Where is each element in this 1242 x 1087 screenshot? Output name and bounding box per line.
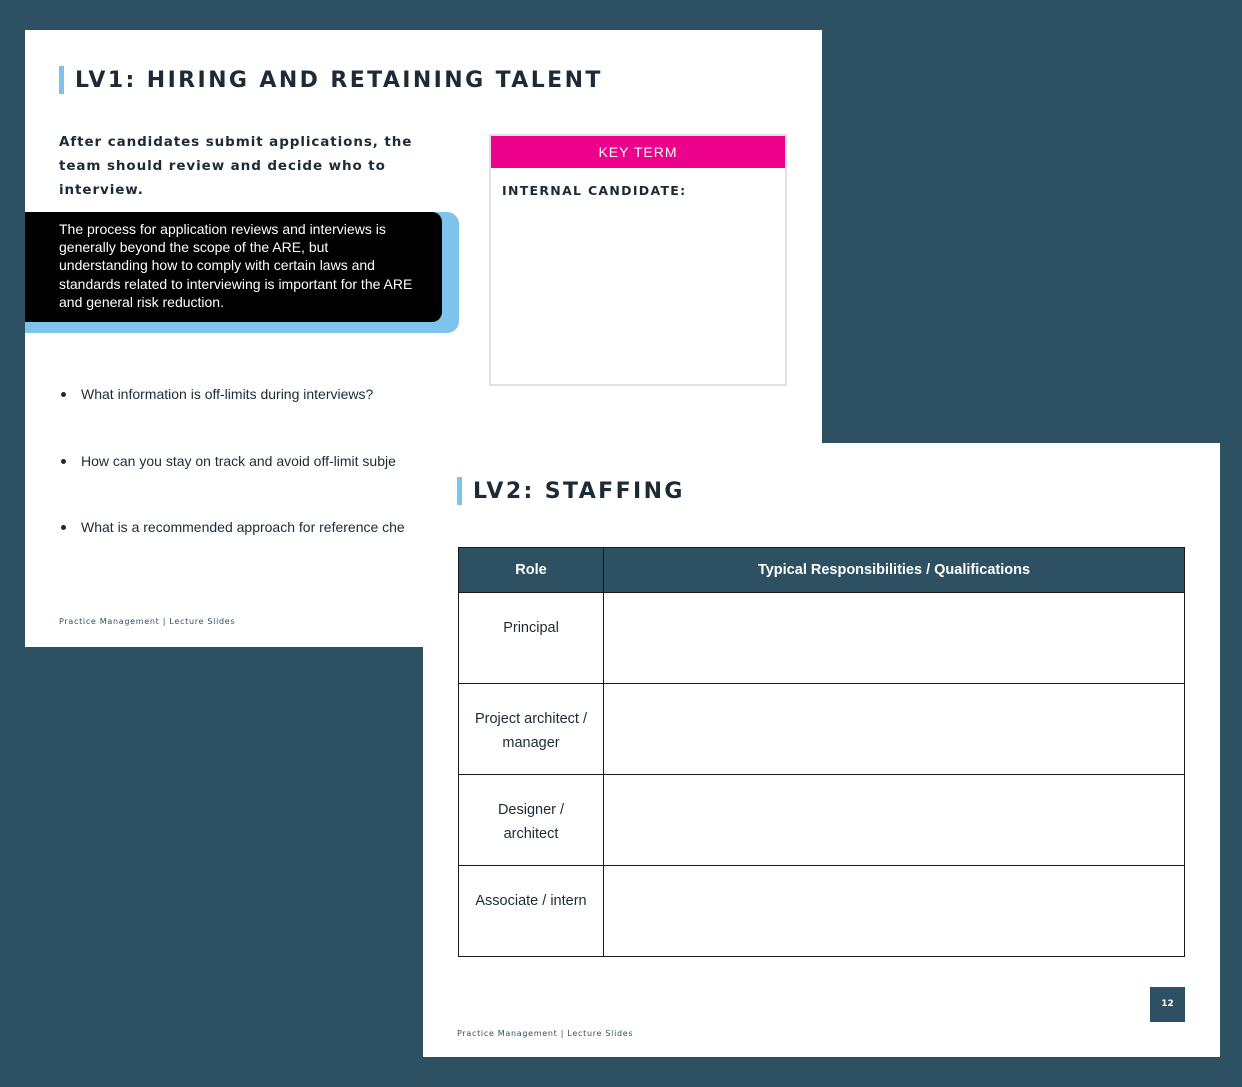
role-cell: Designer / architect (458, 774, 604, 866)
title-text: LV2: STAFFING (473, 478, 685, 504)
slide-staffing: LV2: STAFFING Role Typical Responsibilit… (423, 443, 1220, 1057)
responsibilities-cell[interactable] (603, 592, 1185, 684)
responsibilities-cell[interactable] (603, 683, 1185, 775)
responsibilities-cell[interactable] (603, 865, 1185, 957)
key-term-box: KEY TERM INTERNAL CANDIDATE: (489, 134, 787, 386)
title-accent-bar (457, 477, 462, 505)
question-text: What information is off-limits during in… (81, 386, 374, 402)
table-row: Associate / intern (458, 865, 1185, 957)
staffing-table: Role Typical Responsibilities / Qualific… (458, 547, 1185, 957)
role-cell: Principal (458, 592, 604, 684)
role-cell: Associate / intern (458, 865, 604, 957)
slide-footer: Practice Management | Lecture Slides (59, 617, 236, 626)
question-text: How can you stay on track and avoid off-… (81, 452, 396, 469)
table-row: Project architect / manager (458, 683, 1185, 775)
bullet-icon (61, 392, 66, 397)
intro-text: After candidates submit applications, th… (59, 134, 413, 198)
table-row: Designer / architect (458, 774, 1185, 866)
responsibilities-cell[interactable] (603, 774, 1185, 866)
page-number-badge: 12 (1150, 987, 1185, 1022)
slide-title: LV1: HIRING AND RETAINING TALENT (59, 66, 603, 94)
title-accent-bar (59, 66, 64, 94)
column-header-role: Role (458, 547, 604, 593)
callout-box: The process for application reviews and … (25, 212, 442, 322)
bullet-icon (61, 458, 66, 464)
slide-footer: Practice Management | Lecture Slides (457, 1029, 634, 1038)
key-term-label: INTERNAL CANDIDATE: (502, 183, 687, 198)
question-text: What is a recommended approach for refer… (81, 519, 405, 535)
bullet-icon (61, 525, 66, 530)
question-item: What is a recommended approach for refer… (59, 518, 423, 585)
role-cell: Project architect / manager (458, 683, 604, 775)
question-item: What information is off-limits during in… (59, 385, 423, 452)
table-row: Principal (458, 592, 1185, 684)
column-header-responsibilities: Typical Responsibilities / Qualification… (603, 547, 1185, 593)
table-header-row: Role Typical Responsibilities / Qualific… (458, 547, 1185, 593)
key-term-header: KEY TERM (491, 136, 785, 168)
title-text: LV1: HIRING AND RETAINING TALENT (75, 67, 603, 93)
slide-title: LV2: STAFFING (457, 477, 685, 505)
question-list: What information is off-limits during in… (59, 385, 423, 585)
question-item: How can you stay on track and avoid off-… (59, 452, 423, 519)
